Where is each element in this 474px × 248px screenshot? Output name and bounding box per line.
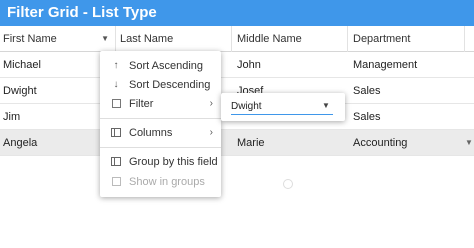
group-icon bbox=[109, 153, 123, 171]
data-grid: First Name ▼ Last Name Middle Name Depar… bbox=[0, 26, 474, 248]
column-header-label: Last Name bbox=[120, 33, 174, 45]
chevron-right-icon: › bbox=[209, 98, 213, 109]
filter-submenu: ▼ bbox=[221, 93, 345, 121]
column-header-middle-name[interactable]: Middle Name bbox=[232, 26, 348, 52]
cell-middle-name: Marie bbox=[237, 137, 265, 149]
column-header-label: Middle Name bbox=[237, 33, 302, 45]
chevron-down-icon[interactable]: ▼ bbox=[322, 101, 330, 110]
checkbox-icon bbox=[109, 173, 123, 191]
cell-first-name: Angela bbox=[3, 137, 38, 149]
column-header-first-name[interactable]: First Name ▼ bbox=[0, 26, 116, 52]
menu-item-sort-ascending[interactable]: ↑ Sort Ascending bbox=[100, 57, 221, 75]
menu-divider bbox=[100, 118, 221, 119]
row-expand-icon: ▼ bbox=[465, 138, 473, 147]
menu-divider bbox=[100, 147, 221, 148]
arrow-up-icon: ↑ bbox=[113, 60, 119, 71]
cell-department: Sales bbox=[353, 85, 381, 97]
menu-item-label: Group by this field bbox=[129, 156, 218, 168]
menu-item-show-in-groups: Show in groups bbox=[100, 173, 221, 191]
grid-title: Filter Grid - List Type bbox=[7, 4, 157, 21]
arrow-down-icon: ↓ bbox=[113, 79, 119, 90]
column-header-last-name[interactable]: Last Name bbox=[116, 26, 232, 52]
filter-checkbox-icon bbox=[109, 95, 123, 113]
columns-icon bbox=[109, 124, 123, 142]
menu-item-label: Sort Descending bbox=[129, 79, 211, 91]
title-bar: Filter Grid - List Type bbox=[0, 0, 474, 26]
table-row[interactable]: Michael John Management bbox=[0, 52, 474, 78]
menu-item-columns[interactable]: Columns › bbox=[100, 124, 221, 142]
cell-department: Accounting bbox=[353, 137, 408, 149]
menu-item-group-by-field[interactable]: Group by this field bbox=[100, 153, 221, 171]
table-row-selected[interactable]: Angela Marie Accounting ▼ bbox=[0, 130, 474, 156]
cell-middle-name: John bbox=[237, 59, 261, 71]
menu-item-filter[interactable]: Filter › bbox=[100, 95, 221, 113]
column-menu-trigger-icon[interactable]: ▼ bbox=[101, 26, 109, 52]
cell-department: Sales bbox=[353, 111, 381, 123]
chevron-right-icon: › bbox=[209, 127, 213, 138]
menu-item-label: Sort Ascending bbox=[129, 60, 203, 72]
menu-item-label: Show in groups bbox=[129, 176, 205, 188]
menu-item-sort-descending[interactable]: ↓ Sort Descending bbox=[100, 76, 221, 94]
cell-department: Management bbox=[353, 59, 418, 71]
click-ripple bbox=[283, 179, 293, 189]
column-header-label: First Name bbox=[3, 33, 57, 45]
column-header-label: Department bbox=[353, 33, 411, 45]
column-header-department[interactable]: Department bbox=[348, 26, 465, 52]
menu-item-label: Columns bbox=[129, 127, 173, 139]
filter-value-input[interactable] bbox=[231, 99, 333, 115]
cell-first-name: Michael bbox=[3, 59, 41, 71]
cell-first-name: Dwight bbox=[3, 85, 37, 97]
grid-header: First Name ▼ Last Name Middle Name Depar… bbox=[0, 26, 474, 52]
column-menu: ↑ Sort Ascending ↓ Sort Descending Filte… bbox=[100, 51, 221, 197]
cell-first-name: Jim bbox=[3, 111, 21, 123]
menu-item-label: Filter bbox=[129, 98, 154, 110]
